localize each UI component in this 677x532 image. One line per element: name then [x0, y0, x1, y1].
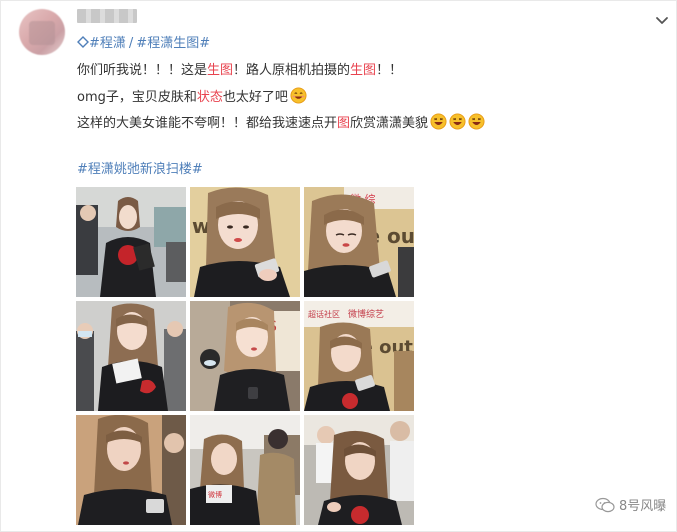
chevron-down-icon[interactable] [653, 11, 671, 29]
laughing-face-icon [430, 113, 447, 130]
photo-3[interactable]: 微 综 we out [304, 187, 414, 297]
photo-5[interactable]: S [190, 301, 300, 411]
post-text-line-2: omg子，宝贝皮肤和状态也太好了吧 [77, 87, 307, 108]
smile-emoji-icon [290, 87, 307, 104]
photo-4[interactable] [76, 301, 186, 411]
topic-link-chengxiao-raw-photo[interactable]: #程潇生图# [136, 36, 210, 51]
post-text-line-1: 你们听我说！！！这是生图！路人原相机拍摄的生图！！ [77, 63, 403, 78]
photo-1[interactable] [76, 187, 186, 297]
sign-text-b: 微博综艺 [348, 308, 384, 320]
photo-grid: we out 微 综 we out [76, 187, 414, 529]
wechat-bubble-icon [595, 497, 615, 512]
watermark-text: 8号风曝 [619, 499, 667, 514]
laughing-face-icon [449, 113, 466, 130]
diamond-topic-icon [77, 36, 89, 48]
photo-7[interactable] [76, 415, 186, 525]
hashtag-link[interactable]: #程潇姚弛新浪扫楼# [77, 161, 203, 179]
photo-8[interactable]: 微博 [190, 415, 300, 525]
laughing-face-icon [468, 113, 485, 130]
topic-link-chengxiao[interactable]: #程潇 [89, 36, 126, 51]
post-text-line-3: 这样的大美女谁能不夸啊！！都给我速速点开图欣赏潇潇美貌 [77, 113, 485, 134]
wechat-watermark: 8号风曝 [595, 495, 666, 514]
sign-text-a: 超话社区 [308, 309, 340, 319]
svg-text:微博: 微博 [208, 490, 222, 499]
username-blurred[interactable] [77, 9, 137, 23]
topic-tags: #程潇 / #程潇生图# [77, 35, 210, 53]
photo-6[interactable]: 超话社区 微博综艺 we out [304, 301, 414, 411]
post-card: #程潇 / #程潇生图# 你们听我说！！！这是生图！路人原相机拍摄的生图！！ omg… [0, 0, 677, 532]
photo-2[interactable]: we out [190, 187, 300, 297]
topic-separator: / [128, 36, 134, 51]
avatar[interactable] [19, 9, 65, 55]
photo-9[interactable] [304, 415, 414, 525]
